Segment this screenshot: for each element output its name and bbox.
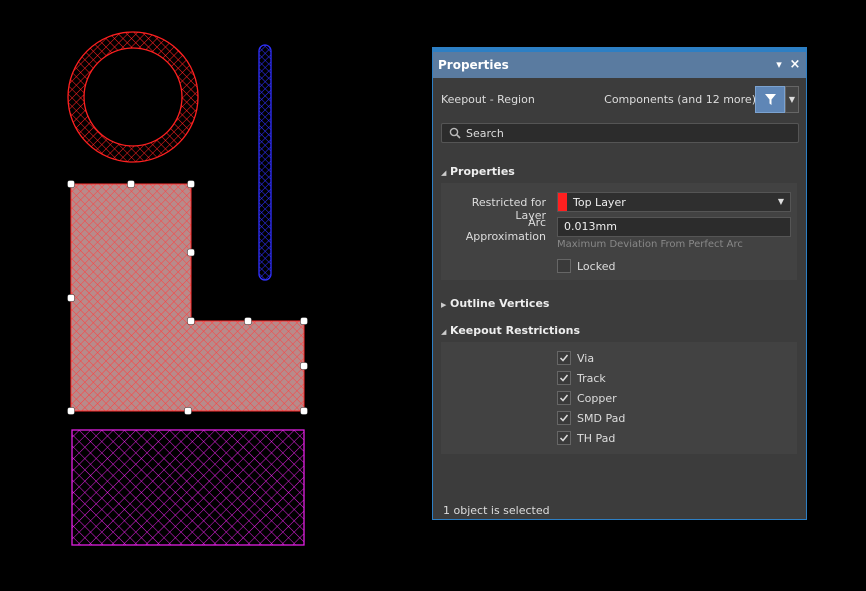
restriction-label-via: Via (577, 352, 595, 365)
close-button[interactable]: × (788, 52, 802, 78)
restriction-checkbox-th-pad[interactable] (557, 431, 571, 445)
search-box[interactable] (441, 123, 799, 143)
vertex-handle (67, 180, 75, 188)
section-outline-vertices-header[interactable]: ▶ Outline Vertices (441, 297, 549, 310)
panel-title: Properties (438, 58, 509, 72)
arc-label-line1: Arc (528, 216, 546, 229)
rect-keepout[interactable] (71, 429, 305, 546)
selection-filter-summary[interactable]: Components (and 12 more) (604, 93, 756, 106)
panel-titlebar[interactable]: Properties ▾ × (433, 52, 806, 78)
vertex-handle (244, 317, 252, 325)
filter-icon (764, 94, 776, 105)
properties-panel: Properties ▾ × Keepout - Region Componen… (432, 47, 807, 520)
layer-color-swatch (558, 193, 567, 211)
layer-select-value: Top Layer (573, 196, 626, 209)
restriction-label-th-pad: TH Pad (577, 432, 616, 445)
pin-menu-button[interactable]: ▾ (772, 52, 786, 78)
section-properties-header[interactable]: ◢ Properties (441, 165, 515, 178)
vertex-handle (300, 362, 308, 370)
vertex-handle (187, 317, 195, 325)
restriction-checkbox-track[interactable] (557, 371, 571, 385)
section-label: Keepout Restrictions (450, 324, 581, 337)
checkmark-icon (559, 414, 569, 422)
layer-select[interactable]: Top Layer ▼ (557, 192, 791, 212)
chevron-down-icon: ▼ (777, 197, 784, 206)
arc-approximation-hint: Maximum Deviation From Perfect Arc (557, 239, 743, 250)
arc-approximation-input[interactable]: 0.013mm (557, 217, 791, 237)
checkmark-icon (559, 374, 569, 382)
search-icon (449, 127, 461, 139)
checkmark-icon (559, 434, 569, 442)
checkmark-icon (559, 394, 569, 402)
filter-dropdown-button[interactable]: ▼ (785, 86, 799, 113)
ring-keepout[interactable] (67, 31, 199, 163)
selection-filter-button[interactable] (755, 86, 785, 113)
expand-arrow-icon: ▶ (441, 301, 447, 309)
section-label: Outline Vertices (450, 297, 550, 310)
collapse-arrow-icon: ◢ (441, 169, 447, 177)
locked-checkbox[interactable] (557, 259, 571, 273)
keepout-restrictions-group (441, 342, 797, 454)
restriction-label-smd-pad: SMD Pad (577, 412, 626, 425)
vertex-handle (127, 180, 135, 188)
section-label: Properties (450, 165, 515, 178)
restriction-checkbox-smd-pad[interactable] (557, 411, 571, 425)
vertex-handle (184, 407, 192, 415)
vertex-handle (67, 294, 75, 302)
section-keepout-restrictions-header[interactable]: ◢ Keepout Restrictions (441, 324, 580, 337)
object-type-label: Keepout - Region (441, 93, 535, 106)
restriction-label-copper: Copper (577, 392, 617, 405)
selection-status: 1 object is selected (443, 504, 550, 517)
checkmark-icon (559, 354, 569, 362)
arc-label-line2: Approximation (465, 230, 546, 243)
vertex-handle (300, 407, 308, 415)
vertex-handle (67, 407, 75, 415)
vertex-handle (187, 248, 195, 257)
restriction-checkbox-copper[interactable] (557, 391, 571, 405)
restriction-label-track: Track (577, 372, 606, 385)
locked-label: Locked (577, 260, 616, 273)
vertex-handle (300, 317, 308, 325)
search-input[interactable] (466, 125, 786, 141)
vertex-handle (187, 180, 195, 188)
track-keepout[interactable] (258, 44, 272, 281)
collapse-arrow-icon: ◢ (441, 328, 447, 336)
restriction-checkbox-via[interactable] (557, 351, 571, 365)
